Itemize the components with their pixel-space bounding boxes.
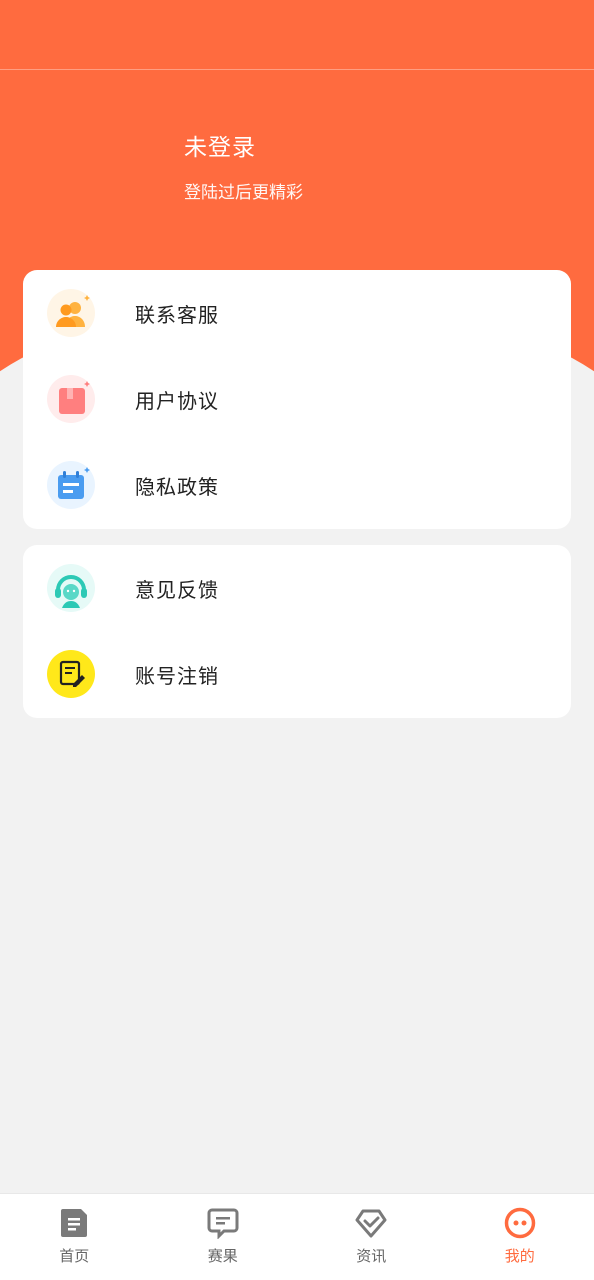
home-icon — [61, 1209, 88, 1237]
menu-item-label: 用户协议 — [135, 388, 219, 413]
login-status-title[interactable]: 未登录 — [184, 128, 256, 162]
menu-item-contact-service[interactable]: 联系客服 — [23, 270, 571, 356]
menu-item-label: 联系客服 — [135, 302, 219, 327]
menu-item-account-cancel[interactable]: 账号注销 — [23, 631, 571, 717]
tab-label: 赛果 — [207, 1247, 238, 1265]
tab-mine[interactable]: 我的 — [446, 1194, 594, 1280]
menu-item-user-agreement[interactable]: 用户协议 — [23, 356, 571, 442]
tab-label: 我的 — [504, 1247, 535, 1265]
login-status-subtitle: 登陆过后更精彩 — [184, 183, 303, 203]
results-icon — [207, 1208, 239, 1239]
menu-item-label: 意见反馈 — [135, 577, 219, 602]
tab-label: 资讯 — [356, 1247, 387, 1265]
feedback-icon — [47, 564, 95, 612]
customer-service-icon — [47, 289, 95, 337]
mine-icon — [504, 1207, 535, 1239]
menu-card-secondary: 意见反馈 账号注销 — [23, 545, 571, 718]
menu-item-label: 隐私政策 — [135, 474, 219, 499]
header-divider — [0, 69, 594, 70]
bottom-tab-bar: 首页 赛果 资讯 我的 — [0, 1193, 594, 1280]
menu-item-label: 账号注销 — [135, 663, 219, 688]
user-agreement-icon — [47, 375, 95, 423]
tab-home[interactable]: 首页 — [0, 1194, 149, 1280]
menu-card-primary: 联系客服 用户协议 隐私政策 — [23, 270, 571, 529]
tab-label: 首页 — [59, 1247, 90, 1265]
menu-item-privacy-policy[interactable]: 隐私政策 — [23, 442, 571, 528]
account-cancel-icon — [47, 650, 95, 698]
tab-news[interactable]: 资讯 — [297, 1194, 446, 1280]
privacy-policy-icon — [47, 461, 95, 509]
tab-results[interactable]: 赛果 — [149, 1194, 298, 1280]
news-icon — [355, 1209, 387, 1238]
menu-item-feedback[interactable]: 意见反馈 — [23, 545, 571, 631]
